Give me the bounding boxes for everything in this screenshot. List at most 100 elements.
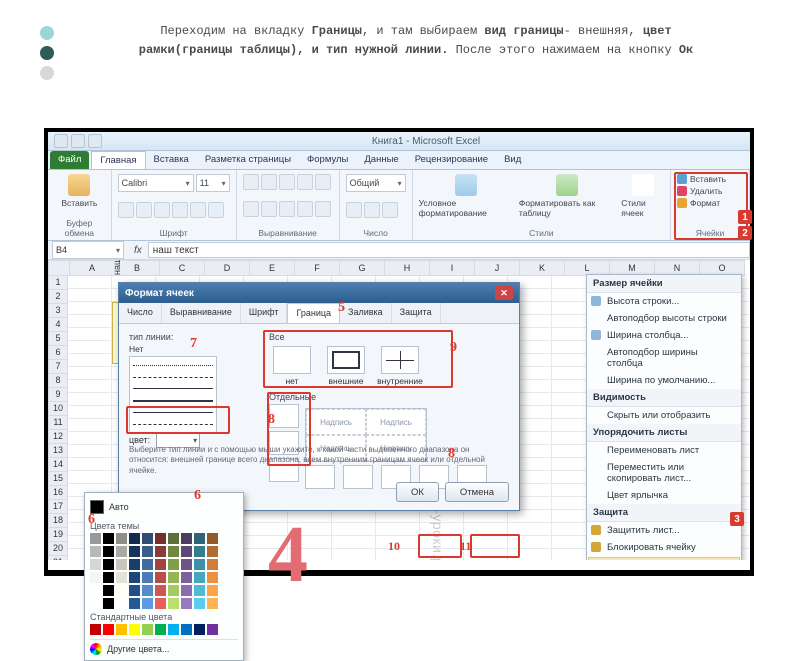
row-header[interactable]: 9	[48, 388, 68, 402]
qat-undo-icon[interactable]	[71, 134, 85, 148]
color-swatch[interactable]	[129, 572, 140, 583]
color-swatch[interactable]	[207, 585, 218, 596]
color-swatch[interactable]	[207, 624, 218, 635]
menu-lock-cell[interactable]: Блокировать ячейку	[587, 539, 741, 556]
line-dotted[interactable]	[133, 365, 213, 366]
wrap-text-button[interactable]	[315, 174, 331, 190]
align-middle-button[interactable]	[261, 174, 277, 190]
menu-format-cells[interactable]: Формат ячеек...	[588, 557, 740, 560]
column-header[interactable]: A	[70, 260, 115, 276]
column-header[interactable]: C	[160, 260, 205, 276]
color-swatch[interactable]	[194, 559, 205, 570]
color-swatch[interactable]	[181, 559, 192, 570]
color-swatch[interactable]	[142, 572, 153, 583]
align-bottom-button[interactable]	[279, 174, 295, 190]
color-swatch[interactable]	[116, 546, 127, 557]
row-header[interactable]: 11	[48, 416, 68, 430]
column-header[interactable]: F	[295, 260, 340, 276]
color-swatch[interactable]	[168, 559, 179, 570]
color-swatch[interactable]	[103, 533, 114, 544]
color-swatch[interactable]	[168, 585, 179, 596]
color-swatch[interactable]	[116, 572, 127, 583]
color-swatch[interactable]	[155, 585, 166, 596]
color-swatch[interactable]	[194, 624, 205, 635]
row-header[interactable]: 6	[48, 346, 68, 360]
menu-hide-show[interactable]: Скрыть или отобразить	[587, 407, 741, 424]
color-swatch[interactable]	[103, 546, 114, 557]
tab-formulas[interactable]: Формулы	[299, 151, 356, 169]
row-header[interactable]: 16	[48, 486, 68, 500]
border-button[interactable]	[172, 202, 188, 218]
merge-button[interactable]	[315, 201, 331, 217]
color-swatch[interactable]	[129, 624, 140, 635]
align-right-button[interactable]	[279, 201, 295, 217]
row-header[interactable]: 19	[48, 528, 68, 542]
row-header[interactable]: 14	[48, 458, 68, 472]
color-swatch[interactable]	[129, 559, 140, 570]
color-swatch[interactable]	[194, 546, 205, 557]
dlg-tab-alignment[interactable]: Выравнивание	[162, 303, 241, 323]
tab-view[interactable]: Вид	[496, 151, 529, 169]
row-header[interactable]: 20	[48, 542, 68, 556]
menu-row-height[interactable]: Высота строки...	[587, 293, 741, 310]
color-swatch[interactable]	[142, 585, 153, 596]
indent-dec-button[interactable]	[297, 201, 313, 217]
tab-insert[interactable]: Вставка	[146, 151, 197, 169]
color-swatch[interactable]	[116, 624, 127, 635]
color-swatch[interactable]	[207, 559, 218, 570]
menu-protect-sheet[interactable]: Защитить лист...	[587, 522, 741, 539]
color-swatch[interactable]	[168, 624, 179, 635]
color-swatch[interactable]	[155, 559, 166, 570]
column-header[interactable]: G	[340, 260, 385, 276]
color-swatch[interactable]	[129, 585, 140, 596]
color-swatch[interactable]	[90, 533, 101, 544]
line-thin[interactable]	[133, 388, 213, 389]
color-swatch[interactable]	[207, 546, 218, 557]
column-header[interactable]: D	[205, 260, 250, 276]
underline-button[interactable]	[154, 202, 170, 218]
menu-autofit-row[interactable]: Автоподбор высоты строки	[587, 310, 741, 327]
name-box[interactable]: B4	[52, 241, 124, 259]
color-auto-row[interactable]: Авто	[90, 498, 238, 518]
menu-rename-sheet[interactable]: Переименовать лист	[587, 442, 741, 459]
row-header[interactable]: 7	[48, 360, 68, 374]
color-swatch[interactable]	[103, 624, 114, 635]
italic-button[interactable]	[136, 202, 152, 218]
menu-default-width[interactable]: Ширина по умолчанию...	[587, 372, 741, 389]
column-header[interactable]: K	[520, 260, 565, 276]
qat-save-icon[interactable]	[54, 134, 68, 148]
number-format-combo[interactable]: Общий	[346, 174, 406, 192]
menu-autofit-col[interactable]: Автоподбор ширины столбца	[587, 344, 741, 372]
select-all-corner[interactable]	[48, 260, 70, 276]
align-center-button[interactable]	[261, 201, 277, 217]
menu-move-sheet[interactable]: Переместить или скопировать лист...	[587, 459, 741, 487]
paste-button[interactable]: Вставить	[54, 174, 105, 208]
font-size-combo[interactable]: 11	[196, 174, 230, 192]
percent-button[interactable]	[364, 202, 380, 218]
color-swatch[interactable]	[168, 546, 179, 557]
color-swatch[interactable]	[168, 533, 179, 544]
row-header[interactable]: 10	[48, 402, 68, 416]
tab-file[interactable]: Файл	[50, 151, 89, 169]
tab-home[interactable]: Главная	[91, 151, 145, 169]
orientation-button[interactable]	[297, 174, 313, 190]
color-swatch[interactable]	[207, 533, 218, 544]
color-swatch[interactable]	[142, 546, 153, 557]
color-swatch[interactable]	[181, 585, 192, 596]
menu-tab-color[interactable]: Цвет ярлычка	[587, 487, 741, 504]
color-swatch[interactable]	[181, 624, 192, 635]
dlg-tab-protection[interactable]: Защита	[392, 303, 441, 323]
color-swatch[interactable]	[207, 572, 218, 583]
color-swatch[interactable]	[116, 559, 127, 570]
color-swatch[interactable]	[142, 624, 153, 635]
format-as-table-button[interactable]: Форматировать как таблицу	[519, 174, 615, 218]
color-swatch[interactable]	[181, 572, 192, 583]
color-swatch[interactable]	[129, 546, 140, 557]
fx-label[interactable]: fx	[128, 245, 148, 256]
color-swatch[interactable]	[129, 533, 140, 544]
color-swatch[interactable]	[194, 585, 205, 596]
align-left-button[interactable]	[243, 201, 259, 217]
comma-button[interactable]	[382, 202, 398, 218]
dialog-close-button[interactable]: ✕	[495, 286, 513, 300]
dlg-tab-font[interactable]: Шрифт	[241, 303, 288, 323]
